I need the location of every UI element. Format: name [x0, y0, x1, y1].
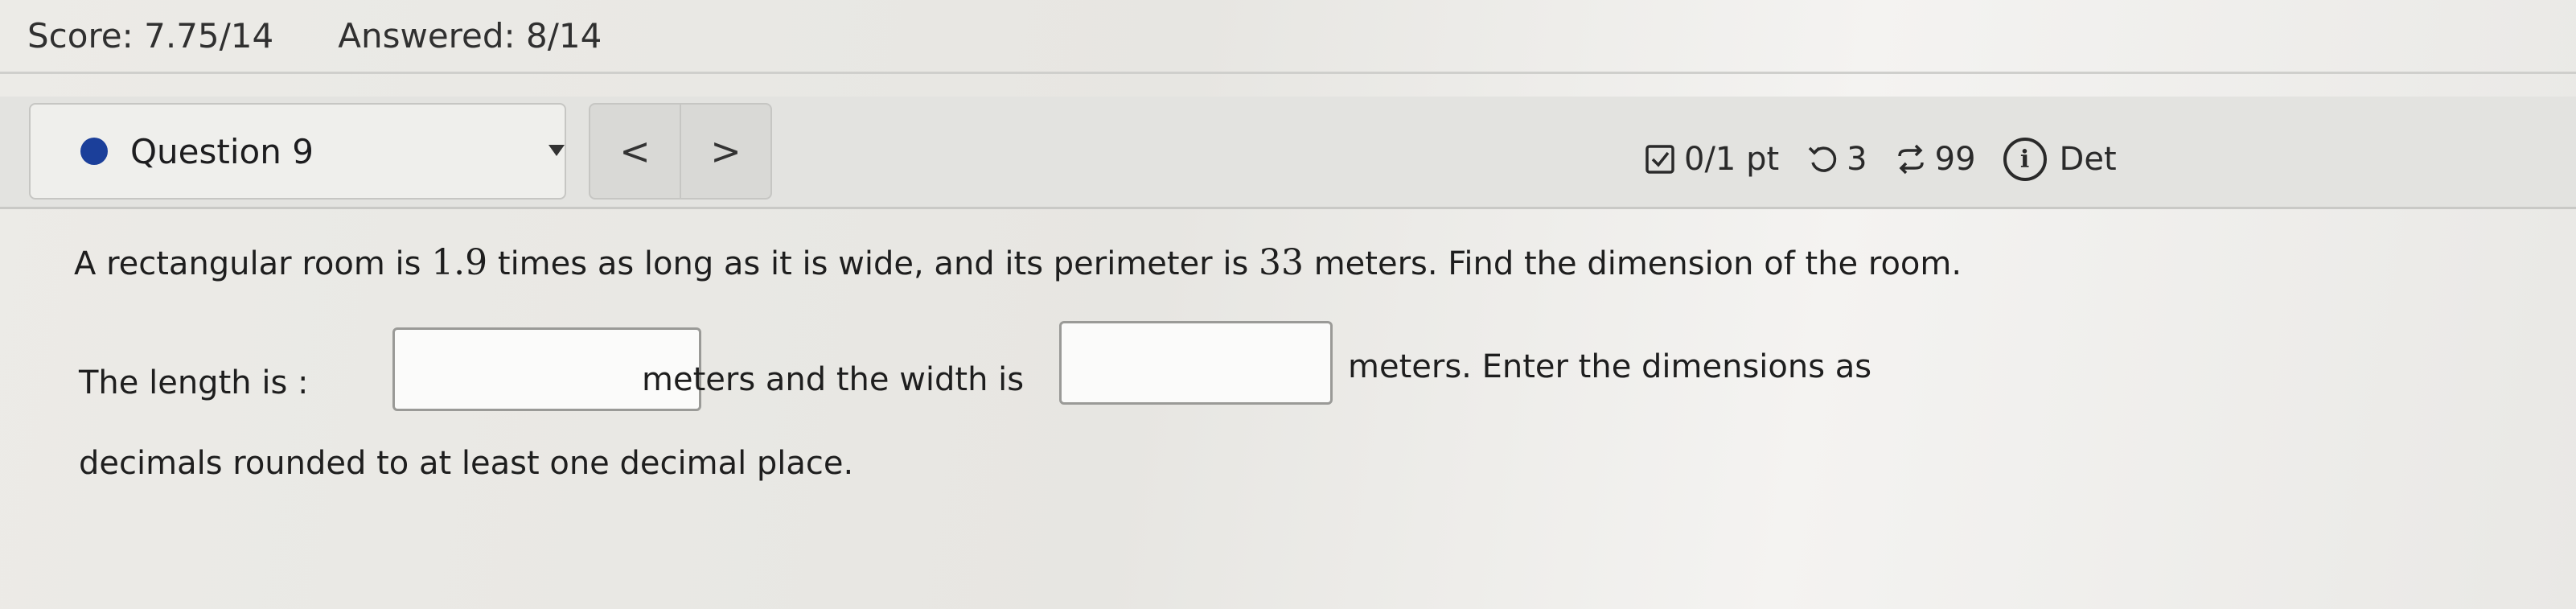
info-icon: i [2003, 138, 2047, 181]
previous-question-button[interactable]: < [590, 105, 680, 198]
next-question-button[interactable]: > [680, 105, 770, 198]
length-factor: 1.9 [431, 242, 488, 283]
question-status: 0/1 pt 3 99 i Det [1644, 119, 2144, 200]
rounding-note: decimals rounded to at least one decimal… [79, 445, 854, 482]
details-link[interactable]: i Det [2003, 138, 2117, 181]
attempts-indicator: 99 [1895, 141, 1976, 178]
perimeter-value: 33 [1259, 242, 1304, 283]
question-select[interactable]: Question 9 [29, 103, 566, 200]
width-label: meters and the width is [642, 361, 1025, 398]
question-select-label: Question 9 [130, 131, 314, 171]
details-text: Det [2059, 141, 2117, 178]
points-text: 0/1 pt [1684, 141, 1780, 178]
retries-indicator: 3 [1806, 141, 1867, 178]
width-input[interactable] [1059, 321, 1333, 405]
points-indicator: 0/1 pt [1644, 141, 1779, 178]
stem-text-3: meters. Find the dimension of the room. [1304, 245, 1962, 282]
question-status-dot [80, 138, 108, 165]
retries-text: 3 [1847, 141, 1867, 178]
checkbox-icon [1645, 145, 1674, 174]
page: Score: 7.75/14 Answered: 8/14 Question 9… [0, 0, 2576, 609]
question-nav-buttons: < > [589, 103, 772, 200]
answer-line: The length is : meters and the width is … [74, 321, 2004, 411]
length-label: The length is : [79, 364, 309, 401]
stem-text-1: A rectangular room is [74, 245, 432, 282]
chevron-down-icon [548, 145, 565, 156]
stem-text-2: times as long as it is wide, and its per… [487, 245, 1259, 282]
answered-text: Answered: 8/14 [338, 16, 602, 56]
question-content: A rectangular room is 1.9 times as long … [74, 235, 2004, 482]
repeat-icon [1897, 144, 1924, 175]
question-stem: A rectangular room is 1.9 times as long … [74, 235, 2004, 292]
question-nav-bar: Question 9 < > 0/1 pt 3 99 i Det [0, 97, 2576, 209]
retry-icon [1808, 146, 1837, 172]
after-width-text: meters. Enter the dimensions as [1348, 348, 1872, 385]
attempts-text: 99 [1934, 141, 1976, 178]
score-bar: Score: 7.75/14 Answered: 8/14 [0, 0, 2576, 74]
score-text: Score: 7.75/14 [27, 16, 274, 56]
